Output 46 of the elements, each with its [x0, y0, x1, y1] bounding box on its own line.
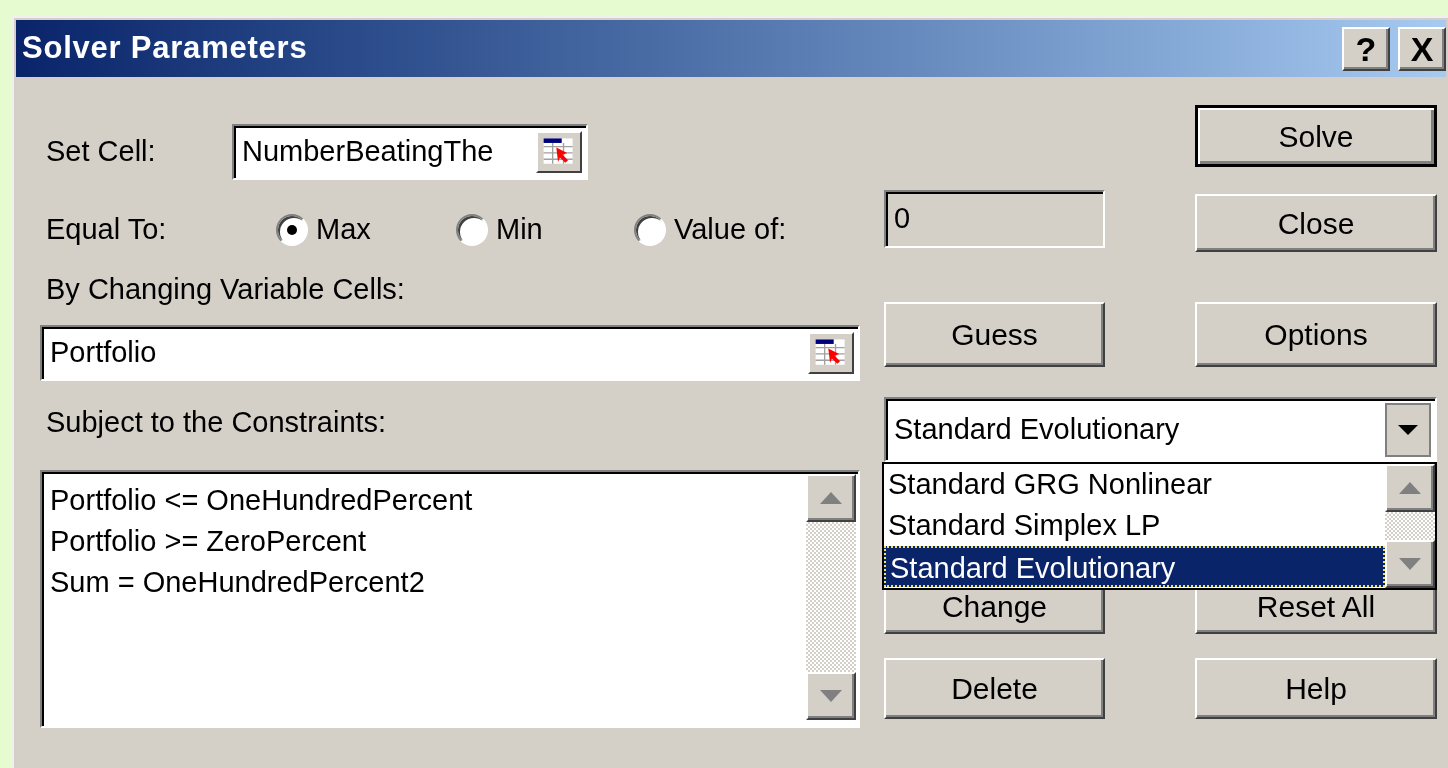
- radio-button[interactable]: [276, 214, 308, 246]
- constraint-item[interactable]: Sum = OneHundredPercent2: [50, 562, 806, 603]
- constraints-label: Subject to the Constraints:: [45, 405, 388, 440]
- radio-label: Value of:: [674, 212, 787, 248]
- constraints-list[interactable]: Portfolio <= OneHundredPercent Portfolio >= ZeroPercent Sum = OneHundredPercent2: [40, 470, 860, 728]
- dialog-button[interactable]: Close: [1195, 194, 1437, 252]
- radio-button[interactable]: [634, 214, 666, 246]
- dialog-button[interactable]: Solve: [1195, 105, 1437, 167]
- dropdown-button[interactable]: [1385, 402, 1431, 457]
- range-select-icon[interactable]: [808, 332, 854, 374]
- up-arrow-icon: [1399, 482, 1421, 494]
- field-value: Portfolio: [50, 335, 158, 371]
- dialog-button[interactable]: Guess: [884, 302, 1105, 367]
- dialog-button[interactable]: Options: [1195, 302, 1437, 367]
- radio-label: Min: [496, 212, 543, 248]
- constraint-item[interactable]: Portfolio <= OneHundredPercent: [50, 480, 806, 521]
- set-cell-field[interactable]: NumberBeatingThe: [232, 124, 588, 180]
- dropdown-option[interactable]: Standard Simplex LP: [884, 505, 1385, 546]
- range-select-icon[interactable]: [536, 131, 582, 173]
- window-title: Solver Parameters: [22, 29, 308, 68]
- dropdown-arrow-icon: [1398, 424, 1418, 435]
- radio-label: Max: [316, 212, 371, 248]
- scroll-up-button[interactable]: [806, 474, 856, 522]
- constraint-item[interactable]: Portfolio >= ZeroPercent: [50, 521, 806, 562]
- down-arrow-icon: [820, 690, 842, 702]
- scroll-up-button[interactable]: [1385, 464, 1435, 512]
- solving-method-dropdown[interactable]: Standard Evolutionary: [884, 397, 1437, 462]
- title-help-button[interactable]: ?: [1342, 26, 1390, 71]
- scrollbar[interactable]: [806, 474, 856, 720]
- dialog-button[interactable]: Delete: [884, 658, 1105, 719]
- field-value: NumberBeatingThe: [242, 134, 495, 170]
- up-arrow-icon: [820, 492, 842, 504]
- scrollbar[interactable]: [1385, 464, 1435, 588]
- dropdown-option[interactable]: Standard Evolutionary: [884, 546, 1385, 587]
- title-close-button[interactable]: X: [1398, 26, 1446, 71]
- scroll-down-button[interactable]: [806, 672, 856, 720]
- set-cell-label: Set Cell:: [45, 134, 157, 170]
- dropdown-option[interactable]: Standard GRG Nonlinear: [884, 464, 1385, 505]
- dialog-button[interactable]: Help: [1195, 658, 1437, 719]
- equal-to-label: Equal To:: [45, 212, 168, 248]
- down-arrow-icon: [1399, 558, 1421, 570]
- dropdown-value: Standard Evolutionary: [894, 411, 1181, 447]
- radio-button[interactable]: [456, 214, 488, 246]
- changing-cells-label: By Changing Variable Cells:: [45, 272, 406, 307]
- scroll-down-button[interactable]: [1385, 540, 1435, 588]
- changing-cells-field[interactable]: Portfolio: [40, 325, 860, 381]
